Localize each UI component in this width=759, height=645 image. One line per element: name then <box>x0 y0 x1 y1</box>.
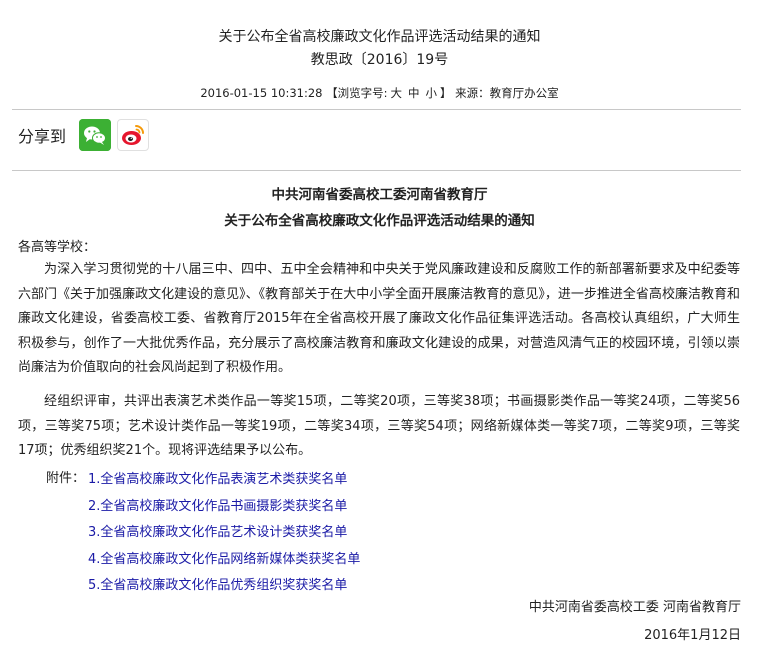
list-item: 2.全省高校廉政文化作品书画摄影类获奖名单 <box>88 494 360 521</box>
attachment-link-1[interactable]: 1.全省高校廉政文化作品表演艺术类获奖名单 <box>88 472 347 487</box>
font-size-label: 【浏览字号: <box>326 86 388 100</box>
page-title: 关于公布全省高校廉政文化作品评选活动结果的通知 <box>218 29 541 45</box>
body-paragraph-1: 为深入学习贯彻党的十八届三中、四中、五中全会精神和中央关于党风廉政建设和反腐败工… <box>18 262 740 375</box>
attachments-label: 附件： <box>46 471 86 486</box>
attachment-link-3[interactable]: 3.全省高校廉政文化作品艺术设计类获奖名单 <box>88 525 347 540</box>
list-item: 4.全省高校廉政文化作品网络新媒体类获奖名单 <box>88 547 360 574</box>
body-paragraph-2: 经组织评审，共评出表演艺术类作品一等奖15项，二等奖20项，三等奖38项；书画摄… <box>18 394 740 458</box>
signature-date: 2016年1月12日 <box>644 628 741 643</box>
font-size-small-link[interactable]: 小 <box>426 86 438 100</box>
article-page: 关于公布全省高校廉政文化作品评选活动结果的通知 教思政〔2016〕19号 201… <box>0 0 759 645</box>
wechat-icon[interactable] <box>79 119 111 151</box>
publish-datetime: 2016-01-15 10:31:28 <box>200 86 323 100</box>
font-size-close: 】 <box>440 86 452 100</box>
divider-top <box>12 109 741 110</box>
article-meta: 2016-01-15 10:31:28 【浏览字号: 大中小】 来源：教育厅办公室 <box>0 85 759 101</box>
signature-org: 中共河南省委高校工委 河南省教育厅 <box>528 600 741 615</box>
attachment-link-4[interactable]: 4.全省高校廉政文化作品网络新媒体类获奖名单 <box>88 552 360 567</box>
font-size-large-link[interactable]: 大 <box>391 86 403 100</box>
list-item: 3.全省高校廉政文化作品艺术设计类获奖名单 <box>88 520 360 547</box>
attachment-link-5[interactable]: 5.全省高校廉政文化作品优秀组织奖获奖名单 <box>88 578 347 593</box>
issuing-org-title: 中共河南省委高校工委河南省教育厅 <box>271 187 488 203</box>
share-label: 分享到 <box>18 127 67 146</box>
font-size-medium-link[interactable]: 中 <box>408 86 420 100</box>
attachments-list: 1.全省高校廉政文化作品表演艺术类获奖名单 2.全省高校廉政文化作品书画摄影类获… <box>88 467 360 600</box>
document-number: 教思政〔2016〕19号 <box>310 52 449 68</box>
salutation: 各高等学校： <box>18 240 97 255</box>
divider-share <box>12 170 741 171</box>
notice-title: 关于公布全省高校廉政文化作品评选活动结果的通知 <box>224 213 535 229</box>
list-item: 1.全省高校廉政文化作品表演艺术类获奖名单 <box>88 467 360 494</box>
list-item: 5.全省高校廉政文化作品优秀组织奖获奖名单 <box>88 573 360 600</box>
attachment-link-2[interactable]: 2.全省高校廉政文化作品书画摄影类获奖名单 <box>88 499 347 514</box>
article-source: 来源：教育厅办公室 <box>455 86 559 100</box>
weibo-icon[interactable] <box>117 119 149 151</box>
